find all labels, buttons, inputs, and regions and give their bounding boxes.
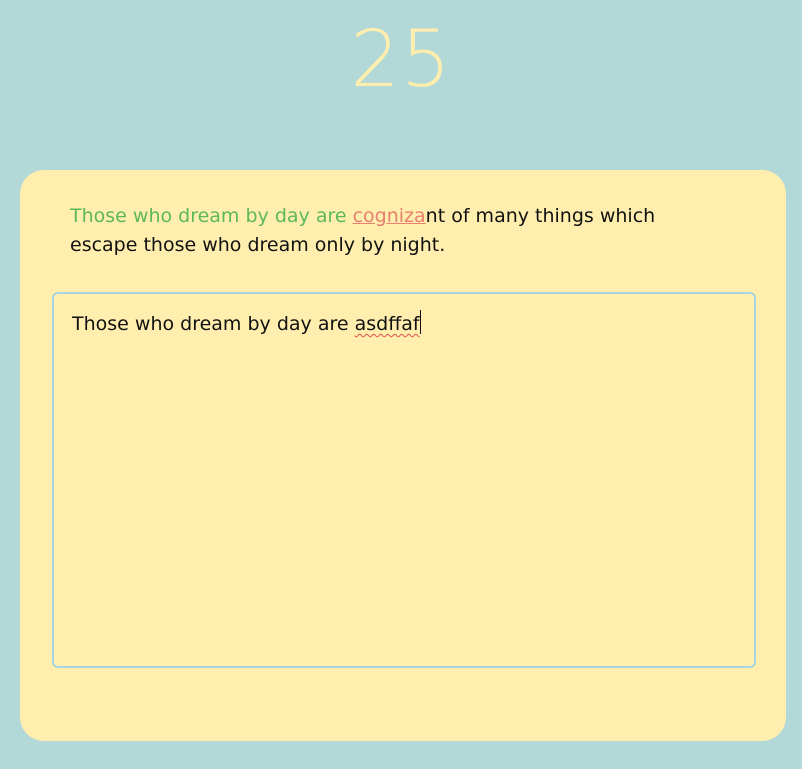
prompt-typed-error: cognizа [352,205,426,227]
typing-input-misspelled: asdffaf [354,313,420,335]
typing-input[interactable]: Those who dream by day are asdffaf [52,292,756,668]
prompt-typed-correct: Those who dream by day are [70,205,353,227]
text-caret [419,310,421,334]
prompt-text: Those who dream by day are cognizаnt of … [70,202,710,260]
countdown-timer: 25 [350,15,452,105]
typing-input-prefix: Those who dream by day are [72,313,355,335]
typing-card: Those who dream by day are cognizаnt of … [20,170,786,741]
